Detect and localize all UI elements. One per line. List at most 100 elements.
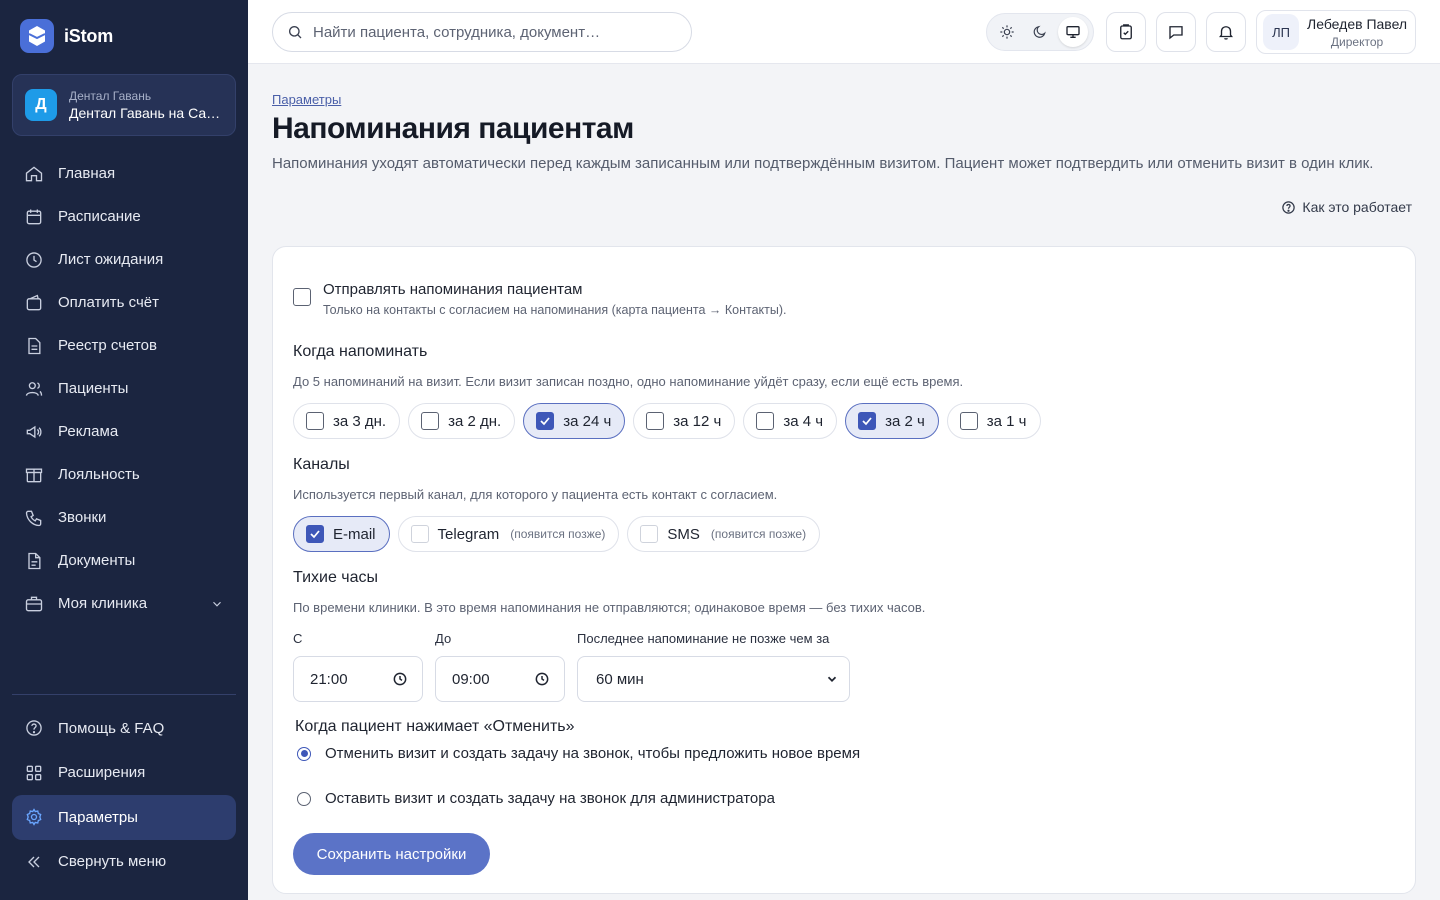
clinic-name: Дентал Гавань на Садовой [69, 105, 223, 121]
user-role: Директор [1330, 34, 1384, 49]
wallet-icon [26, 294, 42, 310]
option-label: SMS [667, 525, 700, 543]
sidebar-item-label: Реклама [58, 423, 119, 440]
sidebar-item-ads[interactable]: Реклама [12, 410, 236, 453]
how-it-works-link[interactable]: Как это работает [1281, 199, 1412, 215]
save-settings-button[interactable]: Сохранить настройки [293, 833, 490, 875]
breadcrumb[interactable]: Параметры [272, 92, 341, 107]
theme-dark-button[interactable] [1025, 17, 1055, 47]
checkbox[interactable] [293, 288, 311, 306]
tasks-button[interactable] [1106, 12, 1146, 52]
sidebar-item-extensions[interactable]: Расширения [12, 751, 236, 796]
sidebar-item-pay-invoice[interactable]: Оплатить счёт [12, 281, 236, 324]
app-name: iStom [64, 25, 114, 46]
remind-24h-option[interactable]: за 24 ч [523, 403, 626, 439]
sidebar-item-my-clinic[interactable]: Моя клиника [12, 582, 236, 625]
remind-12h-option[interactable]: за 12 ч [633, 403, 736, 439]
option-label: за 3 дн. [333, 412, 387, 430]
quiet-hours-hint: По времени клиники. В это время напомина… [293, 600, 926, 615]
checkbox[interactable] [421, 412, 440, 430]
option-label: за 1 ч [986, 412, 1027, 430]
channel-email-option[interactable]: E-mail [293, 516, 390, 552]
cancel-option-reschedule[interactable]: Отменить визит и создать задачу на звоно… [297, 745, 860, 762]
sidebar-item-loyalty[interactable]: Лояльность [12, 453, 236, 496]
sidebar-item-label: Звонки [58, 509, 107, 526]
checkbox-checked[interactable] [858, 412, 877, 430]
checkbox[interactable] [306, 412, 324, 430]
check-icon [540, 417, 550, 426]
sidebar-item-label: Реестр счетов [58, 337, 157, 354]
search-input[interactable] [313, 23, 673, 41]
remind-2d-option[interactable]: за 2 дн. [408, 403, 516, 439]
checkbox-checked[interactable] [536, 412, 555, 430]
sidebar-item-patients[interactable]: Пациенты [12, 367, 236, 410]
radio-checked[interactable] [297, 746, 311, 761]
sun-icon [1000, 25, 1014, 39]
brand[interactable]: iStom [20, 19, 113, 53]
sidebar-item-invoice-registry[interactable]: Реестр счетов [12, 324, 236, 367]
quiet-hours-title: Тихие часы [293, 569, 379, 586]
file-icon [28, 552, 41, 569]
chevron-down-icon [213, 601, 221, 607]
theme-light-button[interactable] [992, 17, 1022, 47]
clock-icon [535, 672, 549, 686]
document-icon [28, 337, 41, 354]
remind-2h-option[interactable]: за 2 ч [845, 403, 939, 439]
option-note: (появится позже) [710, 527, 807, 541]
sidebar-item-settings[interactable]: Параметры [12, 795, 236, 840]
selected-value: 60 мин [596, 670, 644, 688]
theme-system-button[interactable] [1057, 17, 1088, 47]
enable-reminders-checkbox[interactable]: Отправлять напоминания пациентам Только … [293, 281, 786, 317]
channels-section-title: Каналы [293, 456, 350, 473]
tooth-icon [20, 19, 54, 53]
global-search[interactable] [272, 12, 692, 52]
sidebar-item-label: Расширения [58, 764, 146, 782]
notifications-button[interactable] [1206, 12, 1246, 52]
option-label: за 24 ч [563, 412, 612, 430]
secondary-nav: Помощь & FAQ Расширения Параметры Сверну… [12, 706, 236, 884]
remind-4h-option[interactable]: за 4 ч [743, 403, 838, 439]
collapse-menu-button[interactable]: Свернуть меню [12, 840, 236, 885]
last-reminder-select[interactable]: 60 мин [577, 656, 850, 702]
user-menu[interactable]: ЛП Лебедев Павел Директор [1256, 10, 1416, 54]
page-description: Напоминания уходят автоматически перед к… [272, 155, 1374, 172]
users-icon [25, 381, 43, 396]
clinic-switcher[interactable]: Д Дентал Гавань Дентал Гавань на Садовой [12, 74, 236, 136]
when-section-hint: До 5 напоминаний на визит. Если визит за… [293, 374, 964, 389]
sidebar-item-label: Помощь & FAQ [58, 719, 165, 737]
remind-1h-option[interactable]: за 1 ч [946, 403, 1041, 439]
quiet-to-time-input[interactable]: 09:00 [435, 656, 565, 702]
remind-3d-option[interactable]: за 3 дн. [293, 403, 401, 439]
sidebar-item-label: Параметры [58, 808, 138, 826]
bell-icon [1219, 26, 1233, 40]
settings-icon [26, 808, 42, 827]
phone-icon [25, 510, 42, 526]
quiet-from-time-input[interactable]: 21:00 [293, 656, 423, 702]
check-icon [310, 530, 320, 539]
checkbox-disabled [410, 525, 429, 543]
sidebar-item-schedule[interactable]: Расписание [12, 195, 236, 238]
megaphone-icon [26, 425, 42, 438]
option-label: Отменить визит и создать задачу на звоно… [325, 745, 861, 762]
cancel-option-keep[interactable]: Оставить визит и создать задачу на звоно… [297, 790, 775, 807]
clipboard-check-icon [1120, 24, 1132, 40]
checkbox[interactable] [646, 412, 665, 430]
radio[interactable] [297, 791, 311, 806]
sidebar-item-calls[interactable]: Звонки [12, 496, 236, 539]
main-nav: Главная Расписание Лист ожидания Оплатит… [12, 152, 236, 625]
channel-options: E-mail Telegram (появится позже) SMS (появ… [293, 516, 821, 552]
search-icon [289, 26, 302, 39]
sidebar-item-label: Расписание [58, 208, 141, 225]
time-value: 21:00 [310, 670, 348, 688]
checkbox[interactable] [756, 412, 775, 430]
sidebar-item-waitlist[interactable]: Лист ожидания [12, 238, 236, 281]
sidebar-item-home[interactable]: Главная [12, 152, 236, 195]
topbar: ЛП Лебедев Павел Директор [248, 0, 1440, 64]
sidebar-item-documents[interactable]: Документы [12, 539, 236, 582]
checkbox-checked[interactable] [306, 525, 324, 543]
checkbox[interactable] [959, 412, 978, 430]
time-value: 09:00 [452, 670, 490, 688]
messages-button[interactable] [1156, 12, 1196, 52]
sidebar-item-help[interactable]: Помощь & FAQ [12, 706, 236, 751]
check-icon [862, 417, 872, 426]
